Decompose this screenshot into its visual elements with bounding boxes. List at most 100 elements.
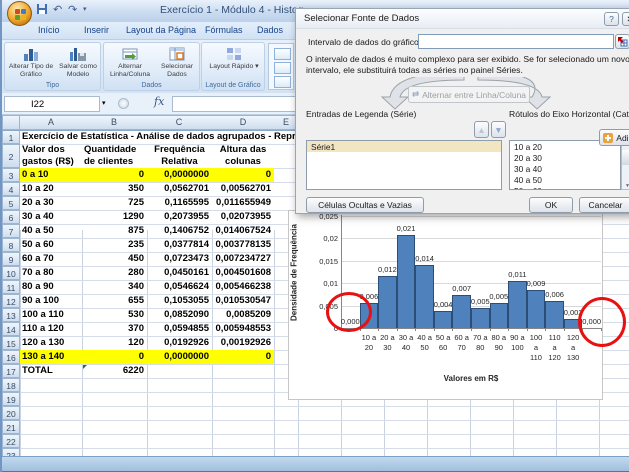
cell-d3[interactable]: 0 [214,168,271,182]
column-header-B[interactable]: B [104,117,124,127]
office-button-icon[interactable] [7,1,32,26]
cell-c15[interactable]: 0,0192926 [149,336,209,350]
cell-c7[interactable]: 0,1406752 [149,224,209,238]
cell-b15[interactable]: 120 [84,336,144,350]
cell-b13[interactable]: 530 [84,308,144,322]
switch-row-column-button[interactable]: ⇄ Alternar entre Linha/Coluna [408,86,530,103]
move-up-icon[interactable]: ▲ [474,121,489,138]
column-header-A[interactable]: A [41,117,61,127]
row-header-6[interactable]: 6 [2,210,20,224]
cell-a8[interactable]: 50 a 60 [22,238,54,252]
undo-icon[interactable]: ↶ [53,3,62,16]
row-header-19[interactable]: 19 [2,392,20,406]
save-icon[interactable] [36,3,48,15]
column-header-E[interactable]: E [276,117,296,127]
cell-b10[interactable]: 280 [84,266,144,280]
cell-d4[interactable]: 0,00562701 [214,182,271,196]
row-header-5[interactable]: 5 [2,196,20,210]
row-header-22[interactable]: 22 [2,434,20,448]
col-header-valor[interactable]: Valor dos gastos (R$) [22,144,74,167]
category-list[interactable]: 10 a 2020 a 3030 a 4040 a 5050 a 60 [509,140,621,190]
ribbon-tab-3[interactable]: Layout da Página [126,25,196,35]
row-header-13[interactable]: 13 [2,308,20,322]
ribbon-tab-4[interactable]: Fórmulas [205,25,243,35]
row-header-11[interactable]: 11 [2,280,20,294]
cell-c5[interactable]: 0,1165595 [149,196,209,210]
row-header-18[interactable]: 18 [2,378,20,392]
range-input[interactable] [418,34,614,49]
range-picker-icon[interactable] [615,34,629,49]
cell-d11[interactable]: 0,005466238 [214,280,271,294]
cell-a5[interactable]: 20 a 30 [22,196,54,210]
ribbon-tab-1[interactable]: Início [38,25,60,35]
cell-d10[interactable]: 0,004501608 [214,266,271,280]
cell-b17[interactable]: 6220 [84,364,144,378]
chart-bar[interactable] [378,276,397,328]
cell-b16[interactable]: 0 [84,350,144,364]
row-header-7[interactable]: 7 [2,224,20,238]
ribbon-button-select-data[interactable]: Selecionar Dados [154,44,200,79]
cell-d5[interactable]: 0,011655949 [214,196,271,210]
row-header-8[interactable]: 8 [2,238,20,252]
cell-a4[interactable]: 10 a 20 [22,182,54,196]
ribbon-button-chart-type[interactable]: Alterar Tipo de Gráfico [8,44,54,79]
cell-b12[interactable]: 655 [84,294,144,308]
column-header-C[interactable]: C [169,117,189,127]
cell-a13[interactable]: 100 a 110 [22,308,64,322]
sheet-title-cell[interactable]: Exercício de Estatística - Análise de da… [22,130,317,144]
cell-b5[interactable]: 725 [84,196,144,210]
chart-bar[interactable] [490,303,509,328]
insert-function-icon[interactable]: fx [154,95,164,108]
row-header-14[interactable]: 14 [2,322,20,336]
scroll-thumb[interactable] [622,150,629,165]
cell-b14[interactable]: 370 [84,322,144,336]
cell-c9[interactable]: 0,0723473 [149,252,209,266]
cell-a16[interactable]: 130 a 140 [22,350,64,364]
hidden-empty-cells-button[interactable]: Células Ocultas e Vazias [306,197,424,213]
chart-bar[interactable] [397,235,416,328]
cell-c10[interactable]: 0,0450161 [149,266,209,280]
cell-a3[interactable]: 0 a 10 [22,168,48,182]
cell-c11[interactable]: 0,0546624 [149,280,209,294]
row-header-21[interactable]: 21 [2,420,20,434]
cell-c8[interactable]: 0,0377814 [149,238,209,252]
cell-c3[interactable]: 0,0000000 [149,168,209,182]
row-header-12[interactable]: 12 [2,294,20,308]
category-list-item[interactable]: 30 a 40 [510,163,620,174]
cell-d15[interactable]: 0,00192926 [214,336,271,350]
cell-b11[interactable]: 340 [84,280,144,294]
cell-a17[interactable]: TOTAL [22,364,53,378]
namebox-dropdown-icon[interactable]: ▾ [102,99,106,107]
cell-b6[interactable]: 1290 [84,210,144,224]
chart-bar[interactable] [508,281,527,328]
cell-c6[interactable]: 0,2073955 [149,210,209,224]
cell-b8[interactable]: 235 [84,238,144,252]
legend-adicionar-button[interactable]: Adicionar [599,129,629,146]
cell-c12[interactable]: 0,1053055 [149,294,209,308]
row-header-2[interactable]: 2 [2,144,20,168]
cancel-button[interactable]: Cancelar [579,197,629,213]
col-header-altura[interactable]: Altura das colunas [212,144,274,167]
cell-d9[interactable]: 0,007234727 [214,252,271,266]
help-icon[interactable]: ? [604,12,619,26]
move-down-icon[interactable]: ▼ [491,121,506,138]
row-header-16[interactable]: 16 [2,350,20,364]
column-header-D[interactable]: D [233,117,253,127]
cell-d8[interactable]: 0,003778135 [214,238,271,252]
row-header-15[interactable]: 15 [2,336,20,350]
redo-icon[interactable]: ↷ [68,3,77,16]
cell-d13[interactable]: 0,0085209 [214,308,271,322]
row-header-17[interactable]: 17 [2,364,20,378]
category-list-scrollbar[interactable]: ▲ ▼ [621,140,629,190]
cell-c14[interactable]: 0,0594855 [149,322,209,336]
scroll-down-icon[interactable]: ▼ [623,183,629,189]
close-icon[interactable]: ✕ [622,12,629,26]
cell-a14[interactable]: 110 a 120 [22,322,64,336]
cell-b7[interactable]: 875 [84,224,144,238]
cell-d14[interactable]: 0,005948553 [214,322,271,336]
cell-b9[interactable]: 450 [84,252,144,266]
category-list-item[interactable]: 20 a 30 [510,152,620,163]
name-box[interactable]: I22 [4,96,100,112]
ribbon-tab-2[interactable]: Inserir [84,25,109,35]
col-header-frequencia[interactable]: Frequência Relativa [147,144,212,167]
